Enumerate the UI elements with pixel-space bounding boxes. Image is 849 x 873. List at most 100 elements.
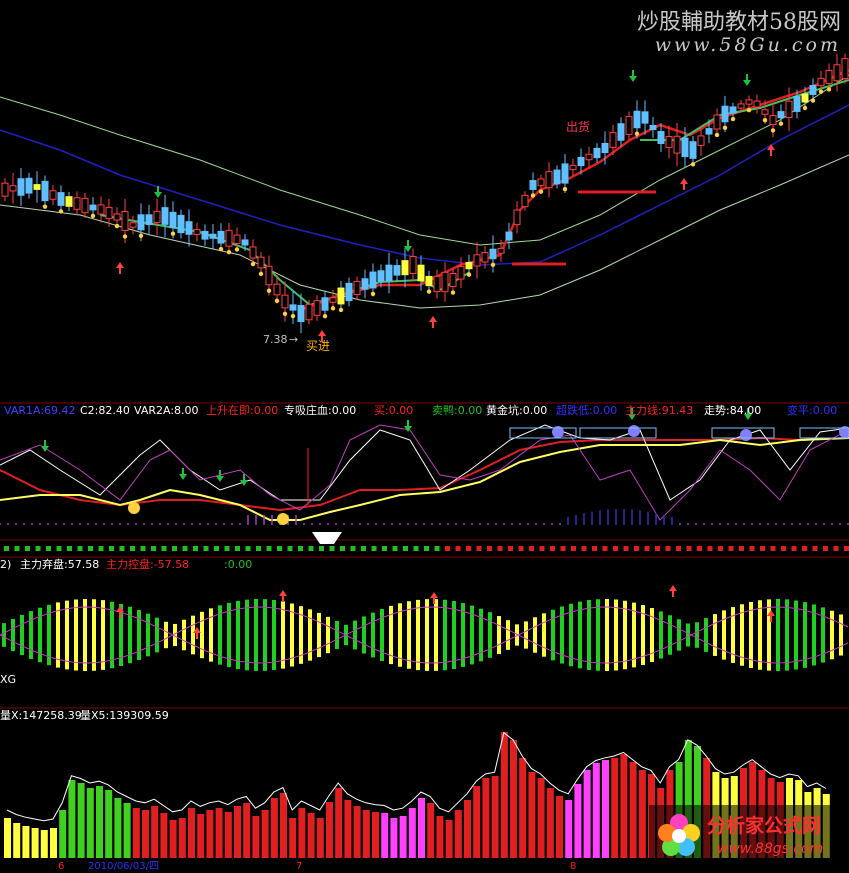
candle <box>649 124 657 131</box>
candle <box>305 303 313 321</box>
signal-square <box>613 546 618 551</box>
volume-bar <box>353 806 361 858</box>
signal-square <box>434 546 440 551</box>
candle <box>417 264 425 282</box>
volume-bar <box>427 803 435 858</box>
candle <box>761 109 769 115</box>
signal-square <box>676 546 681 551</box>
candle <box>129 222 137 228</box>
candle <box>281 294 289 309</box>
signal-dot <box>730 116 736 122</box>
signal-dot <box>266 288 272 293</box>
candle <box>273 283 281 296</box>
volume-bar <box>261 810 269 858</box>
signal-square <box>151 546 156 551</box>
indicator-vol-x5: 量X5:139309.59 <box>80 709 169 722</box>
indicator-abandon: 主力弃盘:57.58 <box>20 558 100 571</box>
candle <box>169 211 177 229</box>
down-arrow-icon <box>404 420 412 432</box>
candle <box>337 287 345 305</box>
candle <box>225 229 233 247</box>
site-logo: 分析家公式网 www.88gs.com <box>649 805 845 867</box>
signal-square <box>497 546 503 551</box>
signal-dot <box>826 87 832 92</box>
signal-square <box>193 546 198 551</box>
candle <box>657 131 665 144</box>
indicator-prefix: 2) <box>0 558 12 571</box>
volume-bar <box>206 810 214 858</box>
indicator-bar-3: 量X:147258.39 量X5:139309.59 <box>0 709 849 723</box>
volume-bar <box>482 778 490 858</box>
signal-square <box>529 546 534 551</box>
candle <box>585 153 593 161</box>
signal-square <box>319 546 324 551</box>
signal-square <box>770 546 776 551</box>
volume-bar <box>40 830 48 858</box>
volume-bar <box>399 816 407 858</box>
candle <box>377 270 385 282</box>
signal-square <box>56 546 62 551</box>
candle <box>361 278 369 290</box>
signal-dot <box>778 121 784 126</box>
signal-dot <box>538 189 544 194</box>
logo-url: www.88gs.com <box>717 841 824 857</box>
candle <box>473 254 481 267</box>
signal-square <box>203 546 209 551</box>
candle <box>193 229 201 235</box>
volume-bar <box>372 812 379 858</box>
signal-square <box>571 546 576 551</box>
candle <box>385 264 393 282</box>
volume-bar <box>188 808 195 858</box>
volume-bar <box>381 813 389 858</box>
signal-square <box>487 546 492 551</box>
stock-chart[interactable] <box>0 0 849 871</box>
candle <box>1 182 9 197</box>
volume-bar <box>114 798 122 858</box>
candle <box>809 84 817 96</box>
candle <box>561 163 569 184</box>
volume-bar <box>169 820 177 858</box>
axis-mark-6: 6 <box>58 861 65 872</box>
indicator-sell: 卖鸭:0.00 <box>432 404 483 417</box>
signal-dot <box>426 289 432 294</box>
signal-dot <box>42 204 48 209</box>
signal-dot <box>450 290 456 295</box>
candle <box>97 204 105 215</box>
signal-square <box>791 546 797 551</box>
signal-dot <box>714 132 720 138</box>
candle <box>737 103 745 109</box>
volume-bar <box>500 732 508 858</box>
signal-square <box>109 546 114 551</box>
candle <box>745 99 753 105</box>
smile-face-icon <box>628 425 640 437</box>
candle <box>41 180 49 202</box>
ma-mid-line <box>0 104 849 266</box>
volume-bar <box>464 800 471 858</box>
signal-square <box>46 546 51 551</box>
signal-square <box>749 546 755 551</box>
candle <box>777 111 785 119</box>
candle <box>729 106 737 114</box>
signal-square <box>35 546 41 551</box>
signal-dot <box>466 272 472 277</box>
ma-green-line-2 <box>640 79 849 141</box>
candle <box>769 115 777 125</box>
candle <box>153 210 161 224</box>
smile-face-icon <box>740 429 752 441</box>
signal-dot <box>218 246 224 252</box>
volume-bar <box>510 740 517 858</box>
volume-bar <box>344 800 352 858</box>
candle <box>121 211 129 231</box>
indicator-c2: C2:82.40 <box>80 404 130 417</box>
candle <box>689 141 697 159</box>
signal-dot <box>138 233 144 239</box>
volume-bar <box>31 828 39 858</box>
candle <box>513 209 521 226</box>
indicator-buy: 买:0.00 <box>374 404 414 417</box>
down-arrow-icon <box>743 74 751 86</box>
signal-square <box>382 546 387 551</box>
date-label: 2010/06/03/四 <box>88 861 160 872</box>
indicator-var2a: VAR2A:8.00 <box>134 404 199 417</box>
indicator-bar-2: 2) 主力弃盘:57.58 主力控盘:-57.58 :0.00 <box>0 558 849 572</box>
candle <box>289 304 297 311</box>
